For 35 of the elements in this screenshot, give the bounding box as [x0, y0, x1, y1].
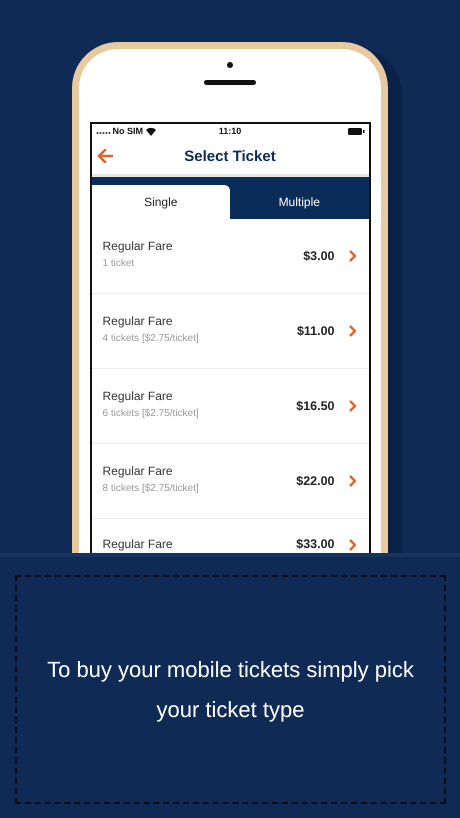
battery-icon [348, 128, 364, 134]
ticket-row[interactable]: Regular Fare 4 tickets [$2.75/ticket] $11.00 [92, 294, 368, 369]
fare-detail: 1 ticket [102, 258, 136, 269]
ticket-row[interactable]: Regular Fare $33.00 [92, 519, 368, 552]
fare-price: $33.00 [296, 537, 334, 551]
fare-price: $3.00 [303, 249, 334, 263]
screen-title: Select Ticket [184, 148, 276, 164]
fare-detail: 4 tickets [$2.75/ticket] [102, 333, 200, 344]
fare-name: Regular Fare [102, 314, 174, 328]
fare-price: $16.50 [296, 399, 334, 413]
chevron-icon [348, 250, 356, 262]
back-arrow-icon[interactable] [96, 149, 114, 163]
carrier-label: No SIM [112, 126, 143, 136]
fare-name: Regular Fare [102, 537, 174, 551]
ticket-row[interactable]: Regular Fare 6 tickets [$2.75/ticket] $16.50 [92, 369, 368, 444]
tab[interactable]: Multiple [230, 185, 368, 219]
chevron-icon [348, 539, 356, 551]
chevron-icon [348, 325, 356, 337]
fare-detail: 6 tickets [$2.75/ticket] [102, 408, 200, 419]
caption-text: To buy your mobile tickets simply pick your ticket type [46, 656, 415, 724]
fare-name: Regular Fare [102, 389, 174, 403]
wifi-icon [145, 126, 157, 136]
tab[interactable]: Single [92, 185, 230, 219]
status-time: 11:10 [218, 126, 242, 136]
fare-price: $11.00 [296, 324, 334, 338]
fare-detail: 8 tickets [$2.75/ticket] [102, 483, 200, 494]
camera-dot [227, 62, 233, 68]
chevron-icon [348, 400, 356, 412]
ticket-row[interactable]: Regular Fare 8 tickets [$2.75/ticket] $22.00 [92, 444, 368, 519]
ticket-row[interactable]: Regular Fare 1 ticket $3.00 [92, 219, 368, 294]
chevron-icon [348, 475, 356, 487]
fare-price: $22.00 [296, 474, 334, 488]
speaker-slot [204, 80, 256, 85]
fare-name: Regular Fare [102, 464, 174, 478]
fare-name: Regular Fare [102, 239, 174, 253]
